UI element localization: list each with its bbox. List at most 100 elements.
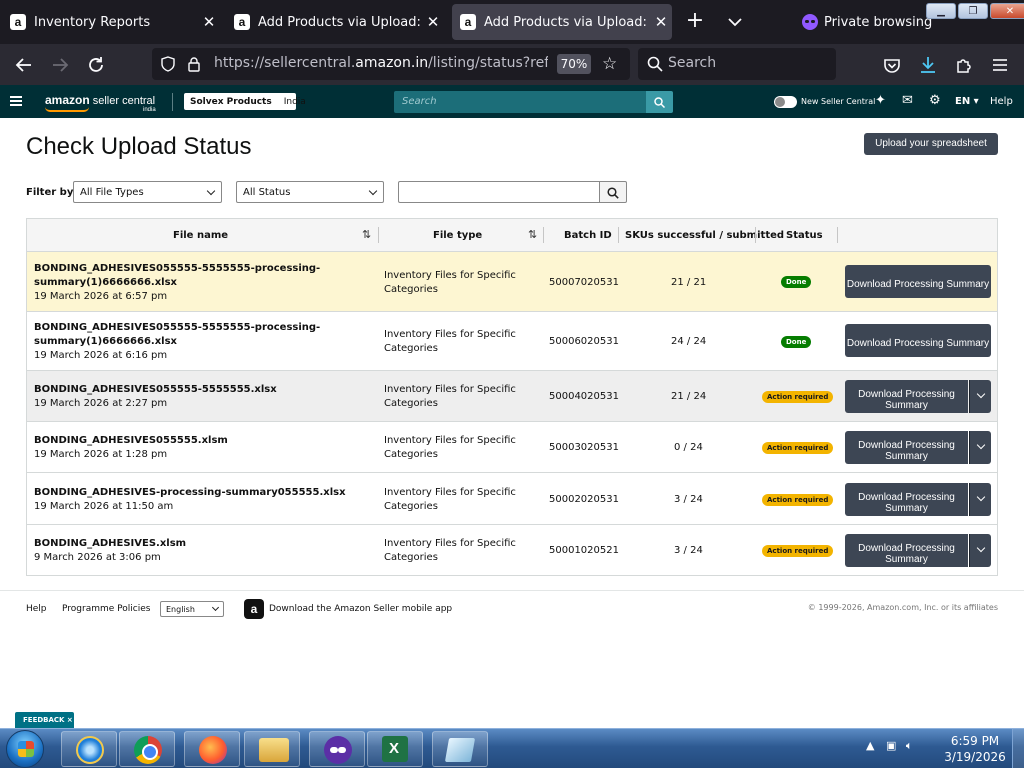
taskbar-chrome[interactable] (119, 731, 175, 767)
programme-policies-link[interactable]: Programme Policies (62, 604, 150, 614)
tab-title: Add Products via Upload: Upload (258, 14, 422, 30)
upload-spreadsheet-button[interactable]: Upload your spreadsheet (864, 133, 998, 155)
pocket-icon[interactable] (881, 54, 903, 76)
language-selector[interactable]: EN ▾ (955, 96, 979, 107)
sort-icon[interactable]: ⇅ (528, 228, 537, 241)
bookmark-star-icon[interactable]: ☆ (602, 54, 617, 74)
system-clock[interactable]: 6:59 PM 3/19/2026 (940, 733, 1010, 765)
network-icon[interactable]: ▣ (886, 739, 896, 752)
lock-icon[interactable] (186, 56, 202, 72)
reload-icon[interactable] (85, 54, 107, 76)
account-switcher[interactable]: Solvex Products India (184, 93, 306, 110)
download-summary-button[interactable]: Download Processing Summary (845, 324, 991, 357)
status-badge: Action required (762, 391, 834, 403)
filter-search-input[interactable] (398, 181, 600, 203)
status-badge: Action required (762, 442, 834, 454)
extensions-icon[interactable] (953, 54, 975, 76)
taskbar-internet-explorer[interactable] (61, 731, 117, 767)
close-tab-icon[interactable]: ✕ (422, 13, 444, 31)
file-name-cell: BONDING_ADHESIVES055555-5555555.xlsx 19 … (34, 383, 364, 411)
search-icon (647, 56, 663, 72)
taskbar-firefox[interactable] (184, 731, 240, 767)
seller-central-logo[interactable]: amazon seller central india (45, 93, 156, 113)
sparkle-ai-icon[interactable]: ✦ (875, 94, 886, 108)
file-type-cell: Inventory Files for Specific Categories (384, 538, 516, 563)
zoom-level-badge[interactable]: 70% (557, 54, 591, 74)
volume-icon[interactable]: 🔈︎ (906, 739, 913, 752)
file-type-select[interactable]: All File Types (73, 181, 222, 203)
chevron-down-icon (211, 603, 220, 612)
batch-id-cell: 50004020531 (549, 391, 619, 402)
file-name: BONDING_ADHESIVES.xlsm (34, 538, 187, 549)
hamburger-menu-icon[interactable] (10, 96, 22, 106)
download-summary-button[interactable]: Download Processing Summary (845, 431, 968, 464)
feedback-tab[interactable]: FEEDBACK × (15, 712, 74, 728)
upload-date: 19 March 2026 at 1:28 pm (34, 449, 168, 460)
skus-cell: 21 / 24 (671, 391, 707, 402)
col-file-name[interactable]: File name (173, 230, 228, 241)
download-options-chevron-icon[interactable] (969, 483, 991, 516)
taskbar-firefox-private[interactable] (309, 731, 365, 767)
download-options-chevron-icon[interactable] (969, 380, 991, 413)
search-placeholder: Search (668, 55, 717, 71)
download-summary-button[interactable]: Download Processing Summary (845, 265, 991, 298)
upload-date: 19 March 2026 at 6:57 pm (34, 291, 168, 302)
url-bar[interactable]: https://sellercentral.amazon.in/listing/… (152, 48, 630, 80)
footer-language-select[interactable]: English (160, 601, 224, 617)
minimize-icon[interactable]: ▁ (926, 3, 956, 19)
url-text[interactable]: https://sellercentral.amazon.in/listing/… (214, 55, 548, 71)
sort-icon[interactable]: ⇅ (362, 228, 371, 241)
table-row: BONDING_ADHESIVES055555-5555555.xlsx 19 … (27, 371, 997, 422)
seller-search-button[interactable] (646, 91, 673, 113)
tab-inventory-reports[interactable]: a Inventory Reports ✕ (2, 4, 220, 40)
tracking-shield-icon[interactable] (160, 56, 176, 72)
search-icon (607, 187, 619, 199)
file-name: BONDING_ADHESIVES055555-5555555-processi… (34, 263, 321, 288)
show-desktop-button[interactable] (1012, 729, 1024, 768)
tab-add-products-check[interactable]: a Add Products via Upload: Check ✕ (452, 4, 672, 40)
tray-expand-icon[interactable]: ▲ (866, 739, 874, 752)
mail-icon[interactable]: ✉ (902, 94, 913, 108)
downloads-icon[interactable] (917, 54, 939, 76)
amazon-app-icon[interactable]: a (244, 599, 264, 619)
download-summary-button[interactable]: Download Processing Summary (845, 534, 968, 567)
account-region: India (283, 96, 306, 107)
filter-search-button[interactable] (600, 181, 627, 203)
download-summary-button[interactable]: Download Processing Summary (845, 483, 968, 516)
download-options-chevron-icon[interactable] (969, 534, 991, 567)
upload-date: 9 March 2026 at 3:06 pm (34, 552, 161, 563)
status-select[interactable]: All Status (236, 181, 384, 203)
chevron-down-icon (368, 186, 378, 196)
new-seller-central-toggle[interactable] (774, 96, 797, 108)
restore-icon[interactable]: ❐ (958, 3, 988, 19)
close-tab-icon[interactable]: ✕ (198, 13, 220, 31)
taskbar-notepad[interactable] (432, 731, 488, 767)
taskbar-excel[interactable] (367, 731, 423, 767)
back-arrow-icon[interactable] (13, 54, 35, 76)
taskbar-file-explorer[interactable] (244, 731, 300, 767)
seller-search-input[interactable]: Search (394, 91, 646, 113)
close-tab-icon[interactable]: ✕ (650, 13, 672, 31)
footer-help-link[interactable]: Help (26, 604, 47, 614)
account-name: Solvex Products (190, 96, 272, 107)
file-type-cell: Inventory Files for Specific Categories (384, 329, 516, 354)
list-tabs-chevron-icon[interactable] (724, 12, 746, 32)
download-summary-button[interactable]: Download Processing Summary (845, 380, 968, 413)
col-file-type[interactable]: File type (433, 230, 482, 241)
clock-date: 3/19/2026 (944, 750, 1006, 764)
seller-search-placeholder: Search (402, 96, 437, 107)
forward-arrow-icon[interactable] (49, 54, 71, 76)
filter-label: Filter by: (26, 187, 78, 198)
browser-search-box[interactable]: Search (638, 48, 836, 80)
file-name-cell: BONDING_ADHESIVES.xlsm 9 March 2026 at 3… (34, 537, 364, 565)
file-name: BONDING_ADHESIVES055555-5555555.xlsx (34, 384, 277, 395)
new-tab-plus-icon[interactable]: + (683, 10, 707, 34)
windows-start-icon[interactable] (6, 730, 44, 768)
tab-add-products-upload[interactable]: a Add Products via Upload: Upload ✕ (226, 4, 444, 40)
settings-gear-icon[interactable]: ⚙ (929, 94, 941, 108)
app-menu-icon[interactable] (989, 54, 1011, 76)
download-options-chevron-icon[interactable] (969, 431, 991, 464)
window-close-icon[interactable]: ✕ (990, 3, 1024, 19)
mobile-app-link[interactable]: Download the Amazon Seller mobile app (269, 604, 452, 614)
help-link[interactable]: Help (990, 96, 1013, 107)
